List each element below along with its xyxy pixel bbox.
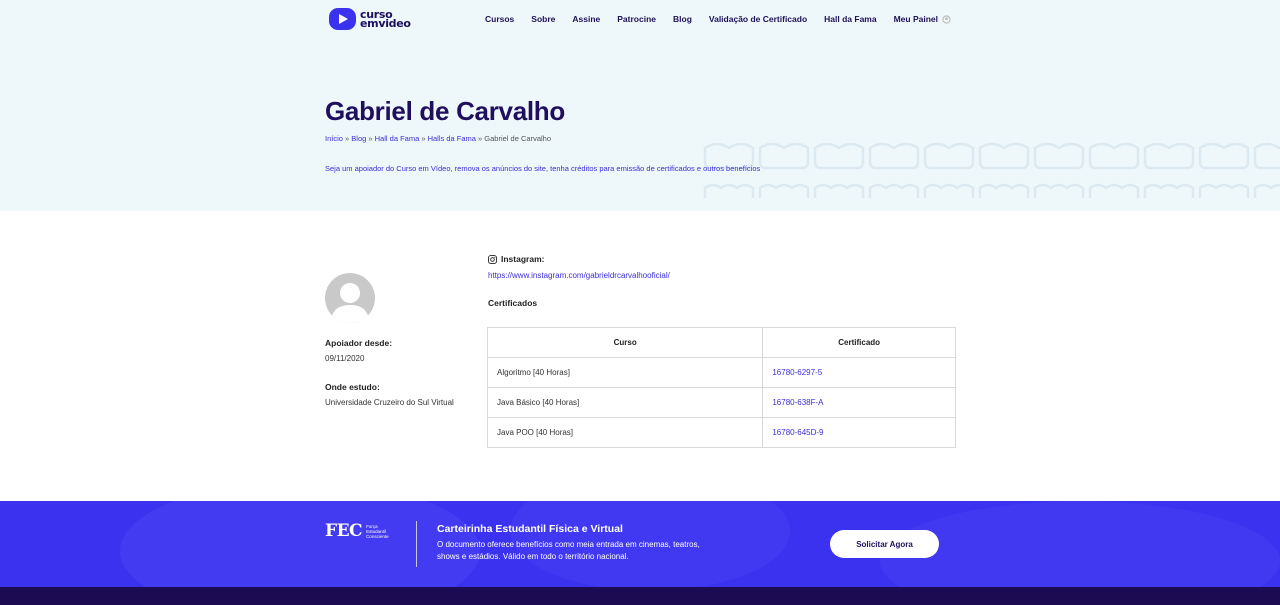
school-value: Universidade Cruzeiro do Sul Virtual: [325, 398, 454, 407]
certificate-code-link[interactable]: 16780-6297-5: [772, 368, 822, 377]
breadcrumb-blog[interactable]: Blog: [351, 134, 366, 143]
nav-assine[interactable]: Assine: [572, 14, 600, 24]
nav-patrocine[interactable]: Patrocine: [617, 14, 656, 24]
instagram-label: Instagram:: [501, 254, 545, 264]
hero-section: curso emvideo Cursos Sobre Assine Patroc…: [0, 0, 1280, 211]
fec-logo-mark: FEC: [325, 521, 363, 541]
footer-bar: [0, 587, 1280, 605]
solicitar-agora-button[interactable]: Solicitar Agora: [830, 530, 939, 558]
supporter-promo-link[interactable]: Seja um apoiador do Curso em Vídeo, remo…: [325, 164, 760, 173]
play-logo-icon: [329, 8, 356, 30]
column-header-certificado: Certificado: [762, 327, 956, 358]
course-name: Java POO [40 Horas]: [486, 417, 764, 448]
breadcrumb-current: Gabriel de Carvalho: [484, 134, 551, 143]
default-avatar-icon: [331, 283, 369, 323]
user-icon: [942, 14, 951, 24]
breadcrumb-separator: »: [366, 134, 375, 143]
school-label: Onde estudo:: [325, 382, 380, 392]
breadcrumb-hall-da-fama[interactable]: Hall da Fama: [375, 134, 420, 143]
instagram-icon: [488, 254, 497, 264]
nav-hall-da-fama[interactable]: Hall da Fama: [824, 14, 876, 24]
site-logo[interactable]: curso emvideo: [329, 8, 411, 30]
table-row: Algoritmo [40 Horas] 16780-6297-5: [486, 357, 956, 388]
table-row: Java Básico [40 Horas] 16780-638F-A: [486, 387, 956, 418]
table-row: Java POO [40 Horas] 16780-645D-9: [486, 417, 956, 448]
breadcrumb-halls-da-fama[interactable]: Halls da Fama: [428, 134, 476, 143]
main-menu: Cursos Sobre Assine Patrocine Blog Valid…: [485, 14, 951, 24]
fec-logo: FEC Força Estudantil Consciente: [325, 521, 392, 541]
nav-meu-painel-label: Meu Painel: [893, 14, 938, 24]
nav-sobre[interactable]: Sobre: [531, 14, 555, 24]
fec-logo-caption: Força Estudantil Consciente: [366, 523, 389, 539]
supporter-since-label: Apoiador desde:: [325, 338, 393, 348]
nav-cursos[interactable]: Cursos: [485, 14, 514, 24]
course-name: Algoritmo [40 Horas]: [486, 357, 764, 388]
logo-wordmark: curso emvideo: [360, 8, 411, 30]
breadcrumb-separator: »: [419, 134, 428, 143]
column-header-curso: Curso: [486, 327, 764, 358]
supporter-since-value: 09/11/2020: [325, 354, 365, 363]
top-navigation: curso emvideo Cursos Sobre Assine Patroc…: [0, 0, 1280, 40]
certificate-code-link[interactable]: 16780-638F-A: [772, 398, 823, 407]
instagram-heading: Instagram:: [488, 254, 544, 264]
certificates-heading: Certificados: [488, 298, 538, 308]
nav-blog[interactable]: Blog: [673, 14, 692, 24]
instagram-link[interactable]: https://www.instagram.com/gabrieldrcarva…: [488, 271, 670, 280]
table-header-row: Curso Certificado: [486, 327, 956, 358]
avatar: [325, 273, 375, 323]
banner-title: Carteirinha Estudantil Física e Virtual: [437, 523, 623, 535]
banner-divider: [416, 521, 417, 567]
nav-validacao-certificado[interactable]: Validação de Certificado: [709, 14, 807, 24]
decorative-pattern: [703, 142, 1280, 198]
breadcrumb-inicio[interactable]: Início: [325, 134, 343, 143]
banner-description: O documento oferece benefícios como meia…: [437, 540, 700, 561]
certificate-code-link[interactable]: 16780-645D-9: [772, 428, 823, 437]
student-card-banner: FEC Força Estudantil Consciente Carteiri…: [0, 501, 1280, 587]
nav-meu-painel[interactable]: Meu Painel: [894, 14, 951, 24]
course-name: Java Básico [40 Horas]: [486, 387, 764, 418]
breadcrumb: Início » Blog » Hall da Fama » Halls da …: [325, 134, 551, 143]
certificates-table: Curso Certificado Algoritmo [40 Horas] 1…: [486, 327, 956, 448]
page-title: Gabriel de Carvalho: [325, 96, 565, 126]
